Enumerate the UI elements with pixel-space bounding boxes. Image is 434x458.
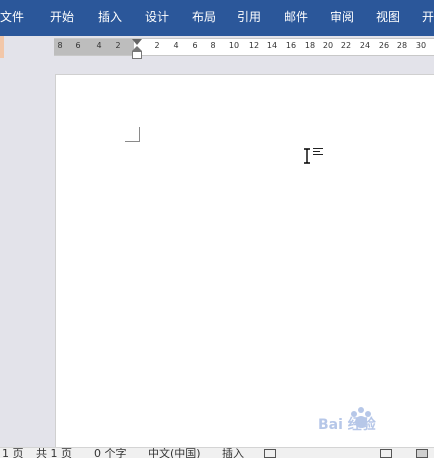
ruler-tick-label: 22: [340, 41, 352, 50]
ribbon-tab-bar: 文件 开始 插入 设计 布局 引用 邮件 审阅 视图 开: [0, 0, 434, 33]
ruler-tick-label: 26: [378, 41, 390, 50]
tab-mailings[interactable]: 邮件: [284, 8, 308, 25]
tab-layout[interactable]: 布局: [192, 8, 216, 25]
ruler-tick-label: 8: [210, 41, 216, 50]
text-boundary-corner-mark: [125, 127, 140, 142]
ruler-tick-label: 10: [228, 41, 240, 50]
ruler-tick-label: 28: [396, 41, 408, 50]
tab-design[interactable]: 设计: [145, 8, 169, 25]
tab-references[interactable]: 引用: [237, 8, 261, 25]
horizontal-ruler[interactable]: 8 6 4 2 2 4 6 8 10 12 14 16 18 20 22 24 …: [54, 38, 434, 59]
first-line-indent-marker[interactable]: [132, 39, 142, 45]
ruler-tick-label: 4: [173, 41, 179, 50]
ruler-tick-label: 20: [322, 41, 334, 50]
ruler-tick-label: 8: [57, 41, 63, 50]
paragraph-align-indicator-icon: [313, 148, 323, 156]
status-bar: 1 页 共 1 页 0 个字 中文(中国) 插入: [0, 447, 434, 458]
ruler-tick-label: 2: [115, 41, 121, 50]
ruler-tick-label: 16: [285, 41, 297, 50]
ruler-tick-label: 6: [192, 41, 198, 50]
tab-developer[interactable]: 开: [422, 8, 434, 25]
ruler-tick-label: 18: [304, 41, 316, 50]
tab-view[interactable]: 视图: [376, 8, 400, 25]
tab-review[interactable]: 审阅: [330, 8, 354, 25]
ruler-tick-label: 30: [415, 41, 427, 50]
document-page[interactable]: [55, 74, 434, 450]
tab-home[interactable]: 开始: [50, 8, 74, 25]
ruler-tick-label: 4: [96, 41, 102, 50]
tab-file[interactable]: 文件: [0, 8, 24, 25]
watermark-text: Bai 经验: [318, 417, 376, 433]
tab-insert[interactable]: 插入: [98, 8, 122, 25]
ruler-tick-label: 2: [154, 41, 160, 50]
ruler-tick-label: 14: [266, 41, 278, 50]
watermark-logo: Bai 经验: [318, 404, 408, 440]
left-indent-marker[interactable]: [132, 51, 142, 59]
ruler-left-margin: [54, 39, 134, 55]
text-cursor-icon: [304, 148, 310, 164]
ruler-tick-label: 24: [359, 41, 371, 50]
ruler-tick-label: 12: [248, 41, 260, 50]
vertical-ruler-edge: [0, 36, 4, 58]
ruler-tick-label: 6: [75, 41, 81, 50]
